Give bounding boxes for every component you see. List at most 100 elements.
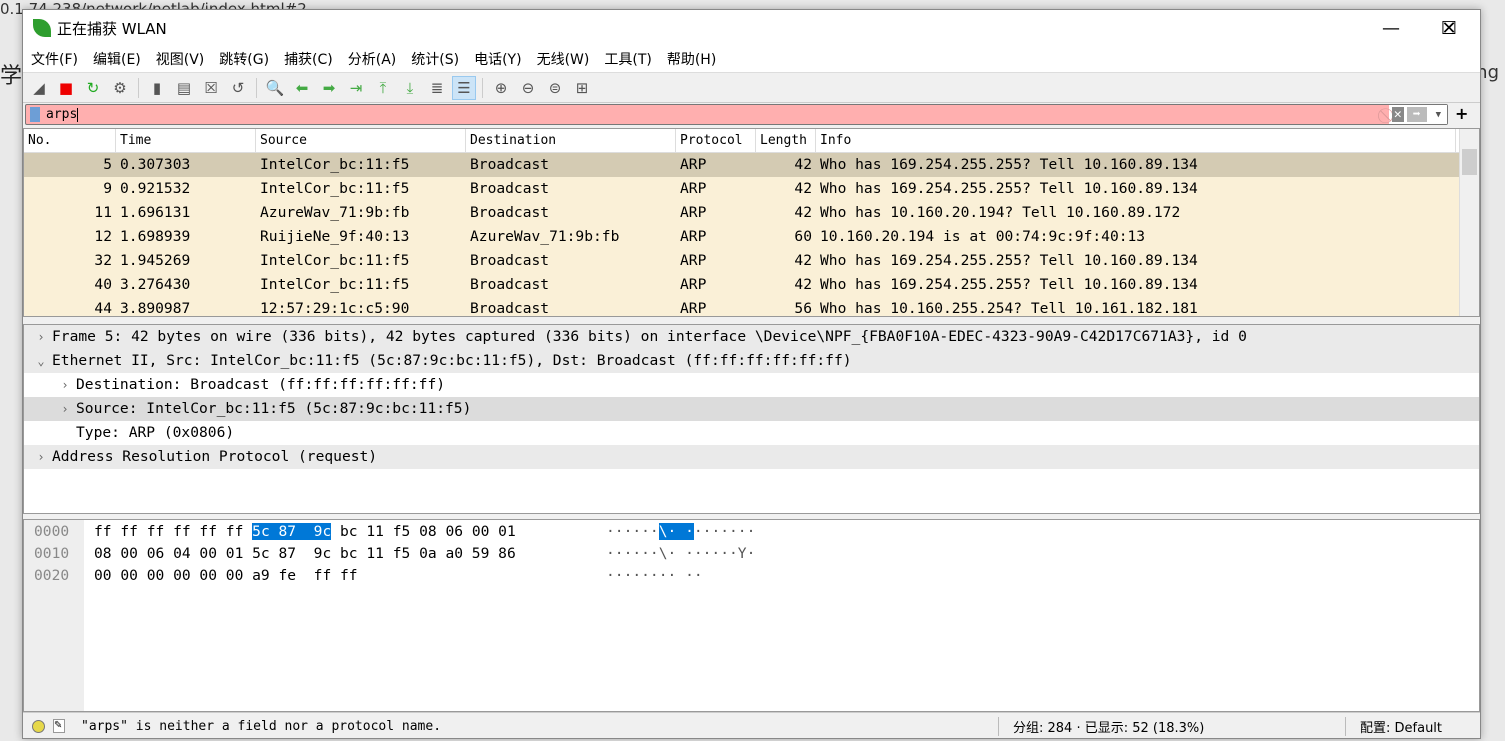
packet-cell: ARP [680, 180, 707, 197]
menu-item[interactable]: 统计(S) [411, 49, 459, 69]
ascii-row[interactable]: ······\· ······Y· [606, 543, 755, 565]
packet-row[interactable]: 12 1.698939 RuijieNe_9f:40:13 AzureWav_71:9… [24, 225, 1479, 249]
normal-size-icon[interactable]: ⊜ [543, 76, 567, 100]
packet-cell: 40 [94, 276, 112, 293]
menu-item[interactable]: 帮助(H) [667, 49, 716, 69]
last-packet-icon[interactable]: ⤓ [398, 76, 422, 100]
packet-cell: AzureWav_71:9b:fb [470, 228, 620, 245]
shark-fin-icon[interactable]: ◢ [27, 76, 51, 100]
packet-row[interactable]: 5 0.307303 IntelCor_bc:11:f5 Broadcast ARP 42… [24, 153, 1479, 177]
expand-arrow-icon[interactable]: › [30, 325, 52, 349]
detail-text: Type: ARP (0x0806) [76, 424, 235, 441]
detail-row[interactable]: › Address Resolution Protocol (request) [24, 445, 1479, 469]
packet-row[interactable]: 32 1.945269 IntelCor_bc:11:f5 Broadcast ARP 4… [24, 249, 1479, 273]
open-icon[interactable]: ▮ [145, 76, 169, 100]
detail-row[interactable]: › Frame 5: 42 bytes on wire (336 bits), 4… [24, 325, 1479, 349]
column-header-time[interactable]: Time [116, 129, 256, 152]
toolbar-separator [482, 77, 483, 98]
column-header-info[interactable]: Info [816, 129, 1456, 152]
packet-cell: 42 [794, 276, 812, 293]
hex-text: 00 00 00 00 00 00 a9 fe ff ff [94, 567, 358, 584]
reload-icon[interactable]: ↺ [226, 76, 250, 100]
capture-comment-icon[interactable]: ✎ [53, 719, 65, 733]
packet-counts: 分组: 284 · 已显示: 52 (18.3%) [998, 716, 1345, 736]
detail-row[interactable]: › Source: IntelCor_bc:11:f5 (5c:87:9c:bc:… [24, 397, 1479, 421]
packet-row[interactable]: 40 3.276430 IntelCor_bc:11:f5 Broadcast ARP 4… [24, 273, 1479, 297]
column-header-source[interactable]: Source [256, 129, 466, 152]
column-header-length[interactable]: Length [756, 129, 816, 152]
hex-text: ff ff ff ff ff ff [94, 523, 253, 540]
expand-arrow-icon[interactable]: ⌄ [30, 349, 52, 373]
packet-row[interactable]: 9 0.921532 IntelCor_bc:11:f5 Broadcast ARP 42… [24, 177, 1479, 201]
display-filter-input[interactable]: arps ⃠ ✕ ➡ ▼ [25, 104, 1448, 125]
packet-list-scrollbar[interactable] [1459, 129, 1479, 316]
byte-offset: 0000 [34, 523, 70, 540]
packet-row[interactable]: 44 3.890987 12:57:29:1c:c5:90 Broadcast ARP 5… [24, 297, 1479, 317]
expand-arrow-icon[interactable]: › [30, 445, 52, 469]
packet-cell: Who has 169.254.255.255? Tell 10.160.89.… [820, 276, 1198, 293]
go-to-packet-icon[interactable]: ⇥ [344, 76, 368, 100]
hex-text: bc 11 f5 08 06 00 01 [331, 523, 516, 540]
menu-item[interactable]: 编辑(E) [93, 49, 141, 69]
go-back-icon[interactable]: ⬅ [290, 76, 314, 100]
hex-row[interactable]: ff ff ff ff ff ff 5c 87 9c bc 11 f5 08 0… [94, 521, 516, 543]
zoom-in-icon[interactable]: ⊕ [489, 76, 513, 100]
scrollbar-thumb[interactable] [1462, 149, 1477, 175]
add-filter-button-icon[interactable]: + [1455, 104, 1468, 123]
menu-item[interactable]: 跳转(G) [219, 49, 269, 69]
menu-item[interactable]: 捕获(C) [284, 49, 333, 69]
packet-cell: 56 [794, 300, 812, 317]
colorize-icon[interactable]: ☰ [452, 75, 476, 100]
ascii-row[interactable]: ······\· ········ [606, 521, 755, 543]
capture-options-icon[interactable]: ⚙ [108, 76, 132, 100]
menu-item[interactable]: 无线(W) [537, 49, 590, 69]
close-button[interactable]: ✕ [1420, 10, 1478, 46]
expand-arrow-icon[interactable]: › [54, 397, 76, 421]
close-file-icon[interactable]: ☒ [199, 76, 223, 100]
ascii-selected: \· · [658, 523, 694, 540]
packet-cell: AzureWav_71:9b:fb [260, 204, 410, 221]
expert-info-icon[interactable] [32, 719, 45, 733]
hex-row[interactable]: 08 00 06 04 00 01 5c 87 9c bc 11 f5 0a a… [94, 543, 516, 565]
hex-row[interactable]: 00 00 00 00 00 00 a9 fe ff ff [94, 565, 516, 587]
packet-cell: Broadcast [470, 252, 550, 269]
ascii-row[interactable]: ········ ·· [606, 565, 755, 587]
menu-item[interactable]: 视图(V) [156, 49, 205, 69]
save-icon[interactable]: ▤ [172, 76, 196, 100]
go-forward-icon[interactable]: ➡ [317, 76, 341, 100]
packet-cell: 42 [794, 252, 812, 269]
expand-arrow-icon[interactable] [54, 421, 76, 445]
packet-cell: 1.696131 [120, 204, 191, 221]
detail-row[interactable]: › Destination: Broadcast (ff:ff:ff:ff:ff:… [24, 373, 1479, 397]
bookmark-icon[interactable] [30, 107, 40, 122]
column-header-destination[interactable]: Destination [466, 129, 676, 152]
packet-cell: 3.276430 [120, 276, 191, 293]
menu-item[interactable]: 文件(F) [31, 49, 78, 69]
expand-arrow-icon[interactable]: › [54, 373, 76, 397]
profile-selector[interactable]: 配置: Default [1345, 716, 1442, 736]
apply-filter-icon[interactable]: ➡ [1406, 107, 1427, 122]
find-icon[interactable]: 🔍 [263, 76, 287, 100]
packet-cell: Broadcast [470, 204, 550, 221]
column-header-protocol[interactable]: Protocol [676, 129, 756, 152]
packet-details: › Frame 5: 42 bytes on wire (336 bits), 4… [23, 324, 1480, 514]
zoom-out-icon[interactable]: ⊖ [516, 76, 540, 100]
restart-capture-icon[interactable]: ↻ [81, 76, 105, 100]
filter-history-dropdown-icon[interactable]: ▼ [1430, 110, 1447, 120]
first-packet-icon[interactable]: ⤒ [371, 76, 395, 100]
menu-item[interactable]: 电话(Y) [474, 49, 521, 69]
detail-row[interactable]: ⌄ Ethernet II, Src: IntelCor_bc:11:f5 (5c… [24, 349, 1479, 373]
clear-filter-icon[interactable]: ✕ [1391, 107, 1404, 122]
toolbar-separator [138, 77, 139, 98]
menu-item[interactable]: 工具(T) [604, 49, 651, 69]
column-header-no[interactable]: No. [24, 129, 116, 152]
packet-cell: 32 [94, 252, 112, 269]
detail-row[interactable]: Type: ARP (0x0806) [24, 421, 1479, 445]
packet-row[interactable]: 11 1.696131 AzureWav_71:9b:fb Broadcast ARP 4… [24, 201, 1479, 225]
packet-cell: Broadcast [470, 180, 550, 197]
resize-columns-icon[interactable]: ⊞ [570, 76, 594, 100]
auto-scroll-icon[interactable]: ≣ [425, 76, 449, 100]
menu-item[interactable]: 分析(A) [348, 49, 397, 69]
stop-capture-icon[interactable]: ■ [54, 76, 78, 100]
minimize-button[interactable]: — [1362, 10, 1420, 46]
